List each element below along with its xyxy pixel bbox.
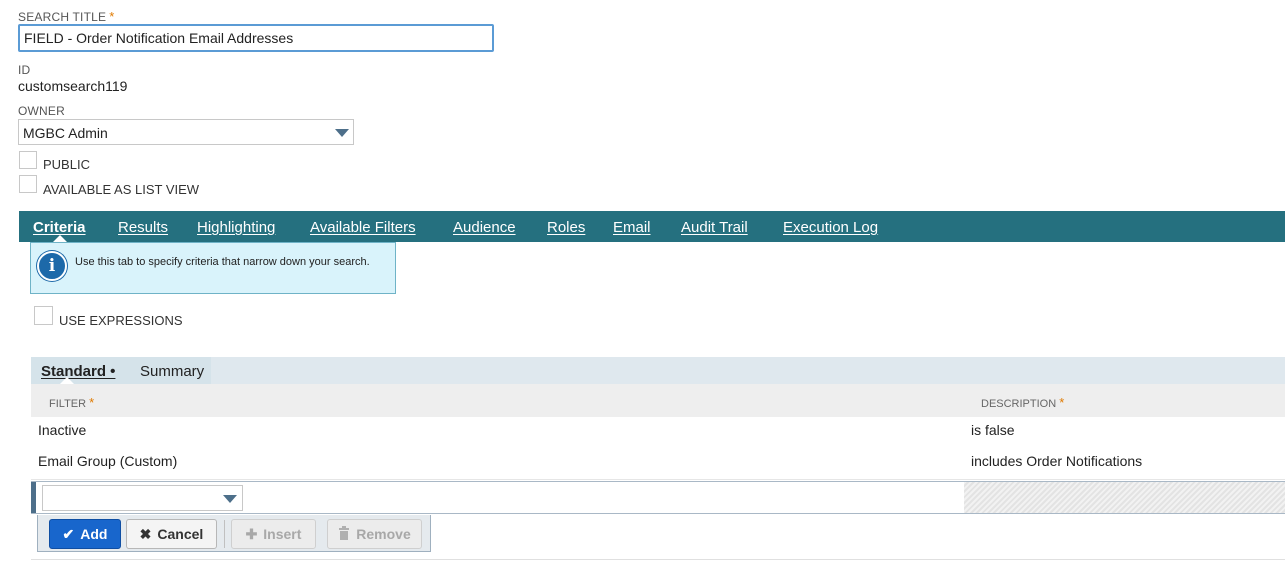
- subtab-standard[interactable]: Standard •: [41, 363, 115, 380]
- filter-column-header: FILTER *: [49, 395, 95, 410]
- criteria-grid-header: FILTER * DESCRIPTION *: [31, 384, 1285, 418]
- info-icon: i: [37, 251, 67, 281]
- button-separator: [224, 520, 225, 548]
- active-subtab-indicator: [60, 377, 74, 384]
- tab-execution-log[interactable]: Execution Log: [783, 219, 878, 236]
- criteria-subtab-bar: Standard • Summary: [31, 357, 1285, 384]
- use-expressions-label: USE EXPRESSIONS: [59, 313, 183, 328]
- tab-highlighting[interactable]: Highlighting: [197, 219, 275, 236]
- search-title-input[interactable]: [18, 24, 494, 52]
- add-button[interactable]: ✔ Add: [49, 519, 121, 549]
- add-button-label: Add: [80, 526, 108, 542]
- tab-available-filters[interactable]: Available Filters: [310, 219, 416, 236]
- main-tab-bar: Criteria Results Highlighting Available …: [19, 211, 1285, 242]
- owner-select[interactable]: MGBC Admin: [18, 119, 354, 145]
- insert-button-label: Insert: [263, 526, 302, 542]
- required-asterisk: *: [109, 9, 115, 24]
- description-cell-disabled: [964, 482, 1285, 513]
- public-label: PUBLIC: [43, 157, 90, 172]
- list-view-checkbox[interactable]: [19, 175, 37, 193]
- filter-cell: Email Group (Custom): [38, 453, 178, 469]
- section-bottom-border: [31, 559, 1285, 560]
- subtab-summary[interactable]: Summary: [140, 363, 204, 380]
- cancel-button[interactable]: ✖ Cancel: [126, 519, 217, 549]
- description-cell: includes Order Notifications: [971, 453, 1143, 469]
- owner-label: OWNER: [18, 104, 65, 118]
- check-icon: ✔: [62, 525, 75, 542]
- id-label: ID: [18, 63, 31, 77]
- chevron-down-icon: [223, 495, 237, 503]
- required-asterisk: *: [1059, 395, 1065, 410]
- table-row[interactable]: Inactive is false: [31, 417, 1285, 449]
- filter-cell: Inactive: [38, 422, 87, 438]
- tab-audience[interactable]: Audience: [453, 219, 516, 236]
- info-message: i Use this tab to specify criteria that …: [30, 242, 396, 294]
- search-title-label: SEARCH TITLE *: [18, 9, 115, 24]
- list-view-label: AVAILABLE AS LIST VIEW: [43, 182, 200, 197]
- close-icon: ✖: [139, 525, 152, 542]
- use-expressions-checkbox[interactable]: [34, 306, 53, 325]
- trash-icon: [338, 525, 350, 543]
- tab-audit-trail[interactable]: Audit Trail: [681, 219, 748, 236]
- tab-email[interactable]: Email: [613, 219, 651, 236]
- filter-select[interactable]: [42, 485, 243, 511]
- chevron-down-icon: [335, 129, 349, 137]
- row-action-bar: ✔ Add ✖ Cancel ✚ Insert Remove: [37, 515, 431, 552]
- insert-button[interactable]: ✚ Insert: [231, 519, 316, 549]
- public-checkbox[interactable]: [19, 151, 37, 169]
- tab-criteria[interactable]: Criteria: [33, 219, 86, 236]
- description-cell: is false: [971, 422, 1015, 438]
- new-criteria-row: [31, 481, 1285, 514]
- remove-button[interactable]: Remove: [327, 519, 422, 549]
- edit-row-indicator: [31, 482, 36, 513]
- description-column-header: DESCRIPTION *: [981, 395, 1065, 410]
- tab-results[interactable]: Results: [118, 219, 168, 236]
- plus-icon: ✚: [245, 525, 258, 542]
- tab-roles[interactable]: Roles: [547, 219, 585, 236]
- table-row[interactable]: Email Group (Custom) includes Order Noti…: [31, 448, 1285, 480]
- info-text: Use this tab to specify criteria that na…: [75, 256, 370, 268]
- required-asterisk: *: [89, 395, 95, 410]
- cancel-button-label: Cancel: [157, 526, 204, 542]
- id-value: customsearch119: [18, 78, 128, 94]
- owner-select-value: MGBC Admin: [23, 125, 108, 141]
- remove-button-label: Remove: [356, 526, 411, 542]
